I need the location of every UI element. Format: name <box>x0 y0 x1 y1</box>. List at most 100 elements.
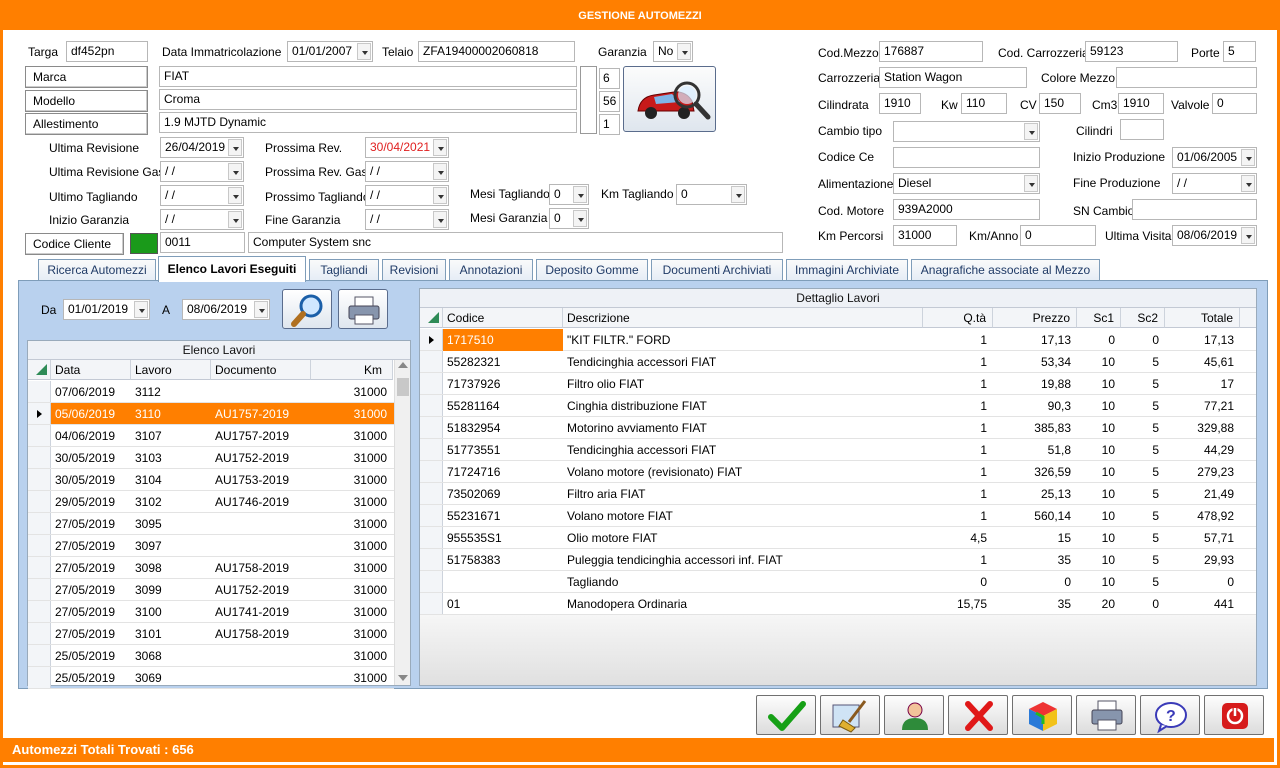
chevron-down-icon[interactable] <box>573 186 587 203</box>
chevron-down-icon[interactable] <box>228 187 242 204</box>
table-row[interactable]: 25/05/2019 3068 31000 <box>28 645 394 667</box>
table-row[interactable]: 27/05/2019 3098 AU1758-2019 31000 <box>28 557 394 579</box>
scroll-down-icon[interactable] <box>398 675 408 681</box>
row-selector[interactable] <box>420 417 443 438</box>
chevron-down-icon[interactable] <box>1241 227 1255 244</box>
table-row[interactable]: 27/05/2019 3095 31000 <box>28 513 394 535</box>
chevron-down-icon[interactable] <box>731 186 745 203</box>
table-row[interactable]: 55282321 Tendicinghia accessori FIAT 1 53,3… <box>420 351 1256 373</box>
row-selector[interactable] <box>28 469 51 490</box>
modules-button[interactable] <box>1012 695 1072 735</box>
chevron-down-icon[interactable] <box>433 211 447 228</box>
porte-field[interactable]: 5 <box>1223 41 1256 62</box>
table-row[interactable]: 51773551 Tendicinghia accessori FIAT 1 51,8… <box>420 439 1256 461</box>
help-button[interactable]: ? <box>1140 695 1200 735</box>
codice-cliente-field[interactable]: 0011 <box>160 232 245 253</box>
tab-elenco-lavori-eseguiti[interactable]: Elenco Lavori Eseguiti <box>158 256 306 282</box>
row-selector[interactable] <box>28 381 51 402</box>
row-selector[interactable] <box>28 447 51 468</box>
tab-ricerca-automezzi[interactable]: Ricerca Automezzi <box>38 259 156 281</box>
col-km[interactable]: Km <box>311 360 393 380</box>
cod-carrozzeria-field[interactable]: 59123 <box>1085 41 1178 62</box>
km-percorsi-field[interactable]: 31000 <box>893 225 957 246</box>
table-row[interactable]: 07/06/2019 3112 31000 <box>28 381 394 403</box>
ultimo-tagliando-field[interactable]: / / <box>160 185 244 206</box>
mesi-garanzia-field[interactable]: 0 <box>549 208 589 229</box>
tab-anagrafiche-associate[interactable]: Anagrafiche associate al Mezzo <box>911 259 1100 281</box>
table-row[interactable]: 71737926 Filtro olio FIAT 1 19,88 10 5 17 <box>420 373 1256 395</box>
tab-tagliandi[interactable]: Tagliandi <box>309 259 379 281</box>
table-row[interactable]: 51832954 Motorino avviamento FIAT 1 385,83 1… <box>420 417 1256 439</box>
cv-field[interactable]: 150 <box>1039 93 1081 114</box>
inizio-garanzia-field[interactable]: / / <box>160 209 244 230</box>
table-row[interactable]: 30/05/2019 3103 AU1752-2019 31000 <box>28 447 394 469</box>
row-selector[interactable] <box>28 491 51 512</box>
chevron-down-icon[interactable] <box>228 139 242 156</box>
col-data[interactable]: Data <box>51 360 131 380</box>
prossima-rev-gas-field[interactable]: / / <box>365 161 449 182</box>
marca-button[interactable]: Marca <box>25 66 148 88</box>
row-selector[interactable] <box>28 601 51 622</box>
col-codice[interactable]: Codice <box>443 308 563 328</box>
ultima-visita-field[interactable]: 08/06/2019 <box>1172 225 1257 246</box>
km-anno-field[interactable]: 0 <box>1020 225 1096 246</box>
row-selector[interactable] <box>28 425 51 446</box>
cm3-field[interactable]: 1910 <box>1118 93 1164 114</box>
row-selector[interactable] <box>28 403 51 424</box>
row-selector[interactable] <box>28 623 51 644</box>
targa-field[interactable]: df452pn <box>66 41 148 62</box>
a-date-field[interactable]: 08/06/2019 <box>182 299 270 320</box>
chevron-down-icon[interactable] <box>1241 149 1255 166</box>
chevron-down-icon[interactable] <box>677 43 691 60</box>
col-prezzo[interactable]: Prezzo <box>993 308 1077 328</box>
prossimo-tagliando-field[interactable]: / / <box>365 185 449 206</box>
table-row[interactable]: 955535S1 Olio motore FIAT 4,5 15 10 5 57,71 <box>420 527 1256 549</box>
print-list-button[interactable] <box>338 289 388 329</box>
row-selector[interactable] <box>420 571 443 592</box>
inizio-prod-field[interactable]: 01/06/2005 <box>1172 147 1257 168</box>
table-row[interactable]: 27/05/2019 3097 31000 <box>28 535 394 557</box>
search-button[interactable] <box>282 289 332 329</box>
garanzia-select[interactable]: No <box>653 41 693 62</box>
chevron-down-icon[interactable] <box>254 301 268 318</box>
fine-prod-field[interactable]: / / <box>1172 173 1257 194</box>
row-selector[interactable] <box>420 461 443 482</box>
scroll-thumb[interactable] <box>397 378 409 396</box>
table-row[interactable]: 01 Manodopera Ordinaria 15,75 35 20 0 441 <box>420 593 1256 615</box>
tab-annotazioni[interactable]: Annotazioni <box>449 259 533 281</box>
row-selector[interactable] <box>28 535 51 556</box>
cilindrata-field[interactable]: 1910 <box>879 93 921 114</box>
table-row[interactable]: 73502069 Filtro aria FIAT 1 25,13 10 5 21,49 <box>420 483 1256 505</box>
carrozzeria-field[interactable]: Station Wagon <box>879 67 1027 88</box>
table-row[interactable]: 55281164 Cinghia distribuzione FIAT 1 90,3 1… <box>420 395 1256 417</box>
row-selector[interactable] <box>420 483 443 504</box>
table-row[interactable]: 55231671 Volano motore FIAT 1 560,14 10 5 478,… <box>420 505 1256 527</box>
row-selector[interactable] <box>28 579 51 600</box>
row-selector[interactable] <box>28 645 51 666</box>
col-qta[interactable]: Q.tà <box>923 308 993 328</box>
cambio-tipo-select[interactable] <box>893 121 1040 142</box>
colore-field[interactable] <box>1116 67 1257 88</box>
table-row[interactable]: 27/05/2019 3099 AU1752-2019 31000 <box>28 579 394 601</box>
table-row[interactable]: 27/05/2019 3100 AU1741-2019 31000 <box>28 601 394 623</box>
modello-field[interactable]: Croma <box>159 89 577 110</box>
row-selector[interactable] <box>420 395 443 416</box>
row-selector[interactable] <box>420 505 443 526</box>
codice-cliente-button[interactable]: Codice Cliente <box>25 233 124 255</box>
chevron-down-icon[interactable] <box>1024 123 1038 140</box>
scroll-up-icon[interactable] <box>398 362 408 368</box>
modello-button[interactable]: Modello <box>25 90 148 112</box>
km-tagliando-field[interactable]: 0 <box>676 184 747 205</box>
chevron-down-icon[interactable] <box>228 211 242 228</box>
alimentazione-select[interactable]: Diesel <box>893 173 1040 194</box>
table-row[interactable]: 71724716 Volano motore (revisionato) FIAT… <box>420 461 1256 483</box>
chevron-down-icon[interactable] <box>134 301 148 318</box>
col-documento[interactable]: Documento <box>211 360 311 380</box>
col-sc1[interactable]: Sc1 <box>1077 308 1121 328</box>
tab-immagini-archiviate[interactable]: Immagini Archiviate <box>786 259 908 281</box>
telaio-field[interactable]: ZFA19400002060818 <box>418 41 575 62</box>
da-date-field[interactable]: 01/01/2019 <box>63 299 150 320</box>
fine-garanzia-field[interactable]: / / <box>365 209 449 230</box>
allestimento-field[interactable]: 1.9 MJTD Dynamic <box>159 112 577 133</box>
col-totale[interactable]: Totale <box>1165 308 1240 328</box>
